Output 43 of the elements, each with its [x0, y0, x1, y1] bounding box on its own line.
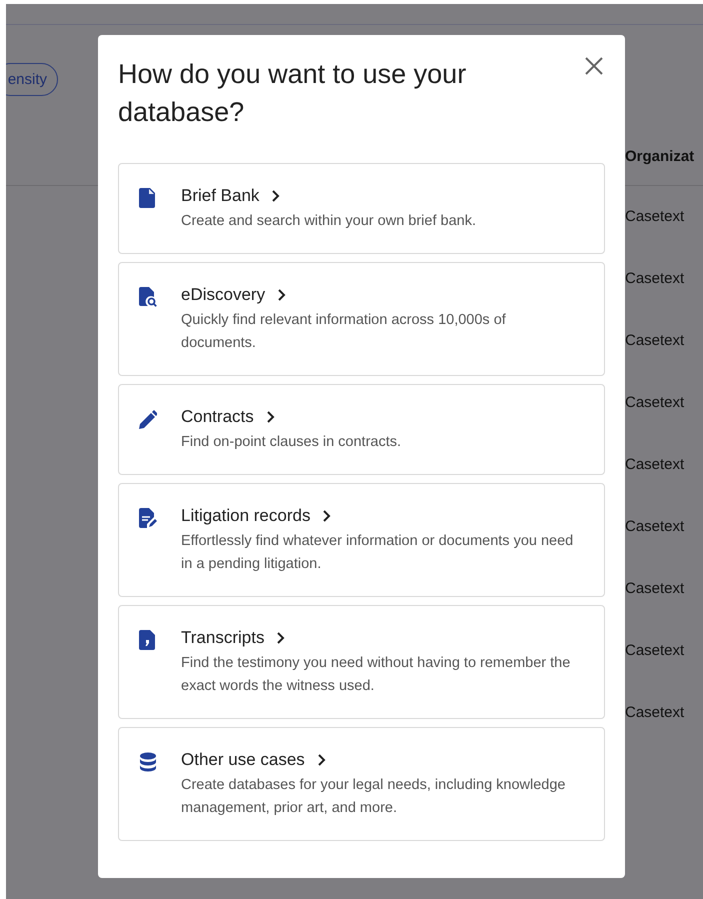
chevron-right-icon: [266, 410, 275, 424]
option-title: Brief Bank: [181, 186, 260, 206]
document-search-icon: [139, 287, 157, 307]
table-cell-text: Casetext: [625, 394, 686, 413]
document-icon: [139, 188, 157, 208]
document-edit-icon: [139, 508, 157, 528]
option-title: Transcripts: [181, 628, 264, 648]
chevron-right-icon: [322, 509, 332, 523]
option-card[interactable]: Litigation records Effortlessly find whatever information or documents you need in a pending litigation.: [118, 483, 605, 597]
option-card[interactable]: Other use cases Create databases for your legal needs, including knowledge management, prior art, and more.: [118, 727, 605, 841]
dialog-title: How do you want to use your database?: [118, 58, 468, 129]
option-description: Create databases for your legal needs, including knowledge management, prior art, and more.: [181, 776, 566, 818]
chevron-right-icon: [277, 288, 286, 302]
column-header: Organizat: [625, 148, 696, 165]
table-cell-text: Casetext: [625, 642, 686, 661]
option-card[interactable]: eDiscovery Quickly find relevant information across 10,000s of documents.: [118, 262, 605, 376]
database-icon: [139, 752, 157, 772]
chevron-right-icon: [316, 753, 326, 767]
document-quote-icon: [139, 630, 157, 650]
chevron-right-icon: [271, 189, 280, 203]
option-description: Quickly find relevant information across 10,000s of documents.: [181, 311, 507, 353]
option-card[interactable]: Brief Bank Create and search within your own brief bank.: [118, 163, 605, 254]
option-description: Effortlessly find whatever information or documents you need in a pending litigation.: [181, 532, 574, 574]
option-card[interactable]: Contracts Find on-point clauses in contracts.: [118, 384, 605, 475]
table-cell-text: Casetext: [625, 208, 686, 227]
close-button[interactable]: [583, 55, 605, 77]
close-icon: [583, 55, 605, 77]
table-cell-text: Casetext: [625, 456, 686, 475]
chevron-right-icon: [276, 631, 286, 645]
option-title: Other use cases: [181, 750, 305, 770]
option-title: eDiscovery: [181, 285, 266, 305]
pencil-icon: [139, 409, 157, 429]
option-description: Create and search within your own brief bank.: [181, 212, 476, 231]
table-cell-text: Casetext: [625, 580, 686, 599]
option-title: Contracts: [181, 407, 254, 427]
table-cell-text: Casetext: [625, 332, 686, 351]
option-description: Find the testimony you need without having to remember the exact words the witness used.: [181, 654, 572, 696]
option-card[interactable]: Transcripts Find the testimony you need without having to remember the exact words the witness used.: [118, 605, 605, 719]
table-cell-text: Casetext: [625, 704, 686, 723]
option-description: Find on-point clauses in contracts.: [181, 433, 402, 452]
table-cell-text: Casetext: [625, 518, 686, 537]
table-cell-text: Casetext: [625, 270, 686, 289]
option-title: Litigation records: [181, 506, 310, 526]
